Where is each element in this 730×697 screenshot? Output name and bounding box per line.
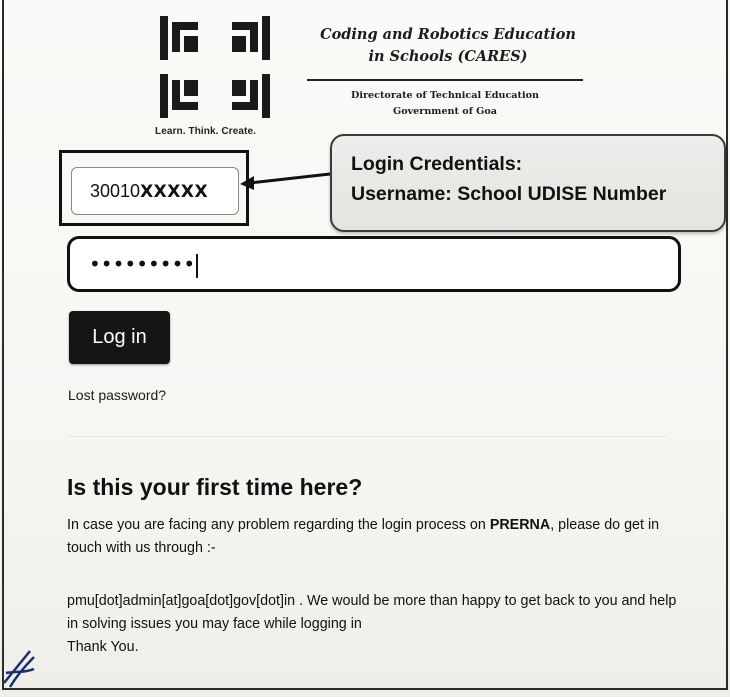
username-mask: XXXXX (140, 182, 209, 202)
thank-you-text: Thank You. (67, 639, 139, 655)
org-title-line2: in Schools (CARES) (368, 48, 528, 65)
username-input[interactable]: 30010XXXXX (71, 167, 239, 215)
prerna-label: PRERNA (489, 517, 551, 533)
org-divider (307, 79, 583, 81)
username-prefix: 30010 (90, 181, 141, 201)
lost-password-link[interactable]: Lost password? (68, 387, 166, 403)
help-paragraph: In case you are facing any problem regar… (67, 514, 687, 560)
password-mask: ••••••••• (89, 252, 196, 276)
help-text: In case you are facing any problem regar… (67, 517, 490, 533)
dept-line2: Government of Goa (393, 106, 497, 117)
cares-logo-icon (150, 14, 290, 140)
dept-line1: Directorate of Technical Education (351, 90, 539, 101)
contact-paragraph: pmu[dot]admin[at]goa[dot]gov[dot]in . We… (67, 590, 687, 659)
logo-tagline: Learn. Think. Create. (155, 126, 257, 137)
section-divider (67, 436, 667, 437)
arrow-icon (240, 172, 331, 190)
signature-mark (3, 650, 35, 688)
first-time-heading: Is this your first time here? (67, 474, 363, 500)
org-title: Coding and Robotics Education in Schools… (293, 24, 603, 68)
login-button[interactable]: Log in (69, 311, 170, 364)
department-name: Directorate of Technical Education Gover… (308, 88, 582, 120)
callout-body: Username: School UDISE Number (351, 183, 667, 205)
text-caret (196, 253, 199, 278)
password-input[interactable]: ••••••••• (67, 236, 681, 292)
contact-email-text: pmu[dot]admin[at]goa[dot]gov[dot]in . We… (67, 593, 677, 632)
callout-title: Login Credentials: (351, 153, 523, 175)
org-title-line1: Coding and Robotics Education (320, 26, 576, 43)
